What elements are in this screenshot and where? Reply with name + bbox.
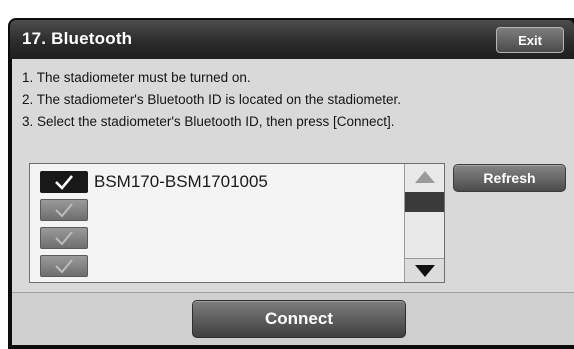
page-title: 17. Bluetooth xyxy=(22,29,133,48)
device-checkbox[interactable] xyxy=(40,255,88,277)
scroll-down-button[interactable] xyxy=(405,258,444,282)
triangle-down-icon xyxy=(414,264,435,277)
device-list-item[interactable] xyxy=(40,255,400,280)
device-list-item[interactable]: BSM170-BSM1701005 xyxy=(40,171,400,196)
checkmark-icon xyxy=(55,203,73,218)
scroll-up-button[interactable] xyxy=(405,165,444,189)
device-list-item[interactable] xyxy=(40,199,400,224)
instruction-line: 1. The stadiometer must be turned on. xyxy=(22,70,251,85)
triangle-up-icon xyxy=(414,171,435,183)
device-checkbox[interactable] xyxy=(40,171,88,193)
instruction-line: 3. Select the stadiometer's Bluetooth ID… xyxy=(22,114,395,129)
device-list-item[interactable] xyxy=(40,227,400,252)
device-label: BSM170-BSM1701005 xyxy=(94,172,268,191)
device-checkbox[interactable] xyxy=(40,227,88,249)
screen-bottom-edge xyxy=(8,345,574,349)
device-checkbox[interactable] xyxy=(40,199,88,221)
checkmark-icon xyxy=(55,231,73,246)
checkmark-icon xyxy=(55,259,73,274)
connect-button[interactable]: Connect xyxy=(192,300,406,338)
instructions: 1. The stadiometer must be turned on. 2.… xyxy=(22,67,401,133)
checkmark-icon xyxy=(55,175,73,190)
exit-button[interactable]: Exit xyxy=(496,27,564,53)
instruction-line: 2. The stadiometer's Bluetooth ID is loc… xyxy=(22,92,402,107)
scroll-thumb[interactable] xyxy=(405,192,444,212)
refresh-button[interactable]: Refresh xyxy=(453,164,566,192)
